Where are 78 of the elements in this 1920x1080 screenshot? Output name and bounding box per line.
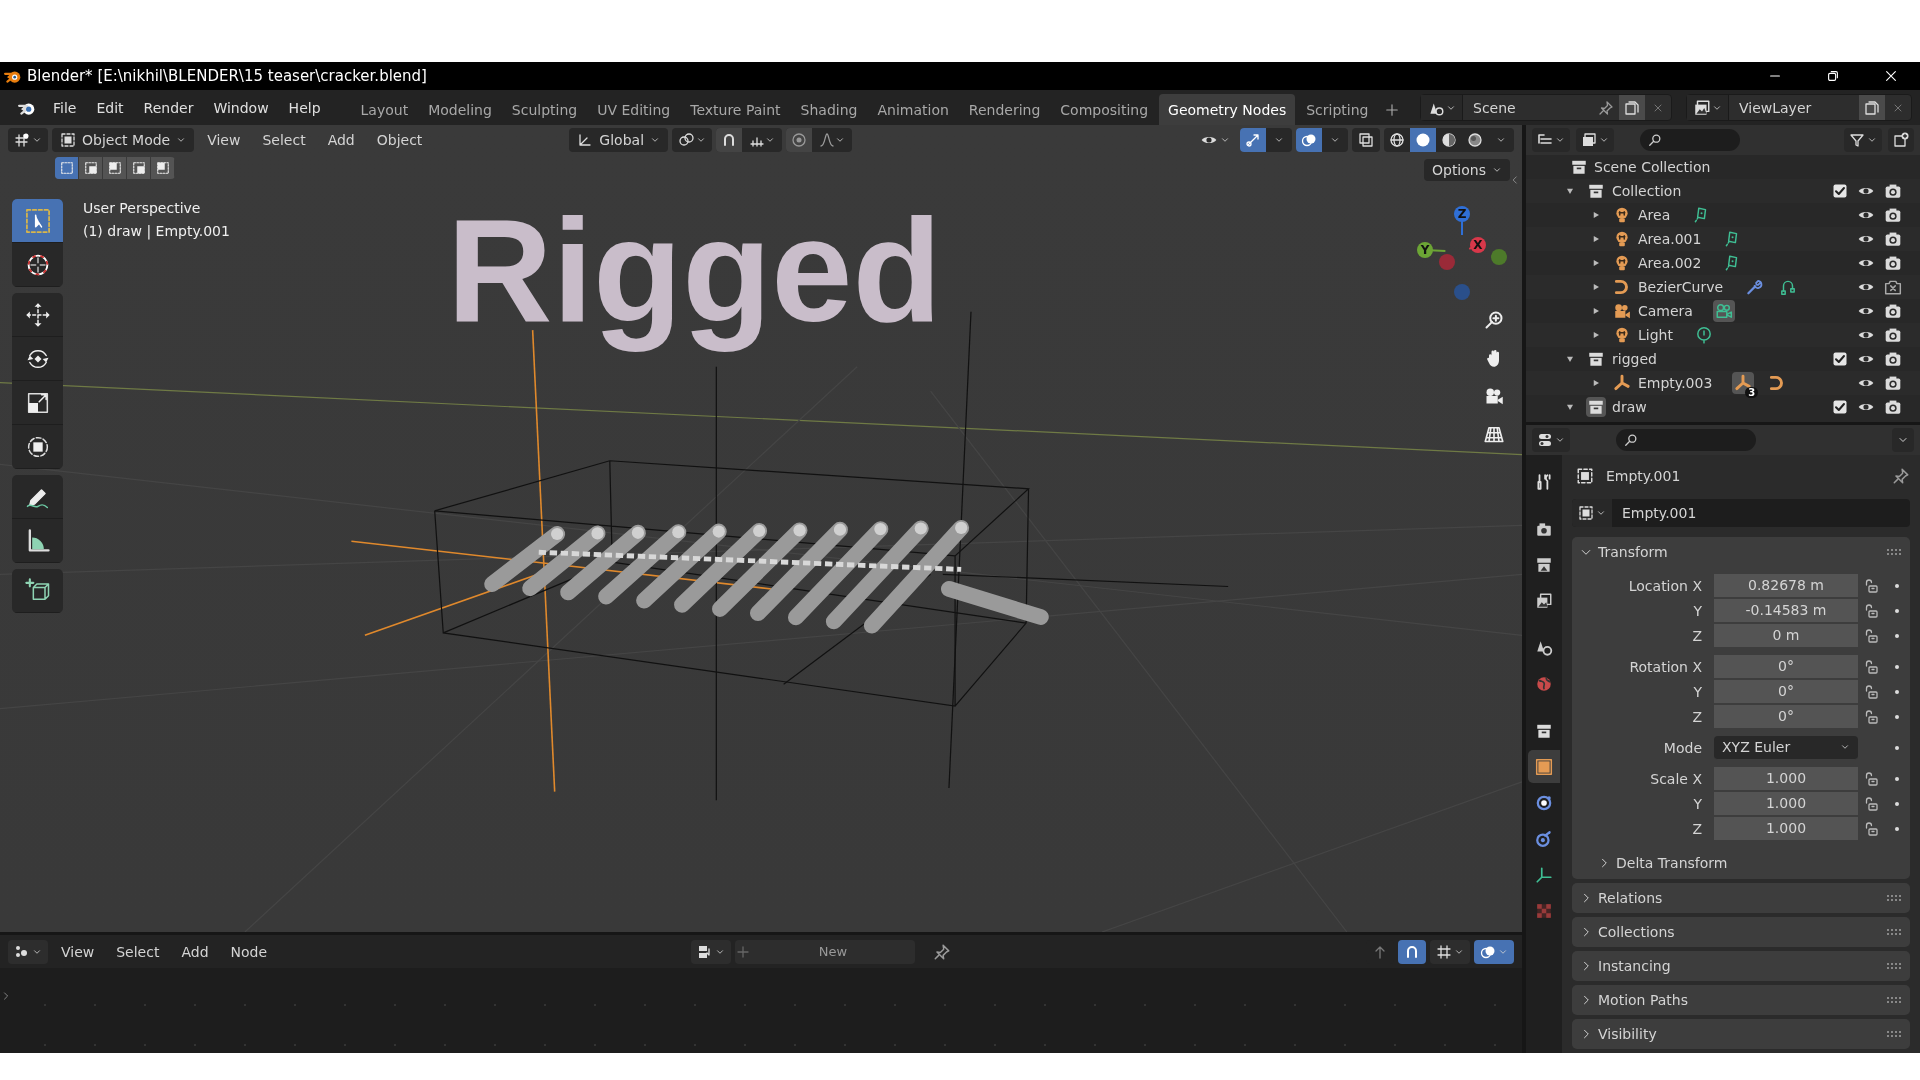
field-label: Z — [1691, 708, 1703, 725]
mode-dropdown[interactable]: XYZ Euler — [1714, 735, 1858, 760]
panel-header[interactable]: Relations — [1572, 883, 1910, 913]
field-label: Z — [1691, 627, 1703, 644]
field-label: Y — [1692, 683, 1703, 700]
viewport-info-text: (1) draw | Empty.001 — [83, 222, 230, 242]
outliner-item[interactable]: Area.001 — [1638, 231, 1702, 247]
outliner-item[interactable]: Scene Collection — [1594, 159, 1711, 175]
context-name: Empty.001 — [1606, 468, 1681, 484]
menu-item[interactable]: Node — [221, 939, 277, 964]
child-count: 3 — [1745, 387, 1759, 398]
view-layer-selector-name: ViewLayer — [1738, 99, 1813, 116]
view-layer-selector[interactable]: ViewLayer — [1686, 94, 1912, 121]
workspace-tab[interactable]: Compositing — [1051, 94, 1158, 125]
field-label: Location X — [1627, 577, 1703, 594]
number-field[interactable]: -0.14583 m — [1714, 598, 1858, 623]
scene-selector[interactable]: Scene — [1420, 94, 1672, 121]
menu-item[interactable]: File — [44, 95, 86, 120]
number-field[interactable]: 1.000 — [1714, 766, 1858, 791]
menu-item[interactable]: Add — [172, 939, 218, 964]
panel-header[interactable]: Collections — [1572, 917, 1910, 947]
outliner-item[interactable]: Area — [1638, 207, 1671, 223]
axis-handle[interactable]: X — [1468, 237, 1486, 253]
menu-item[interactable]: Select — [253, 128, 315, 152]
workspace-tab[interactable]: Layout — [351, 94, 418, 125]
field-label: Y — [1692, 602, 1703, 619]
outliner-item[interactable]: Collection — [1612, 183, 1682, 199]
number-field[interactable]: 0° — [1714, 704, 1858, 729]
field-label: Rotation X — [1628, 658, 1703, 675]
mode-dropdown[interactable]: Object Mode — [52, 128, 195, 152]
outliner-item[interactable]: Light — [1638, 327, 1673, 343]
field-label: Mode — [1662, 739, 1703, 756]
menu-item[interactable]: Object — [367, 128, 432, 152]
outliner-item[interactable]: draw — [1612, 399, 1647, 415]
menu-item[interactable]: Help — [279, 95, 330, 120]
workspace-tab[interactable]: Sculpting — [502, 94, 587, 125]
outliner-item[interactable]: Area.002 — [1638, 255, 1702, 271]
menu-item[interactable]: Select — [107, 939, 169, 964]
menu-item[interactable]: Add — [318, 128, 364, 152]
outliner-item[interactable]: rigged — [1612, 351, 1657, 367]
window-title: Blender* [E:\nikhil\BLENDER\15 teaser\cracker.blend] — [27, 67, 428, 85]
panel-header[interactable]: Delta Transform — [1572, 847, 1910, 879]
object-name-field[interactable]: Empty.001 — [1572, 499, 1910, 527]
number-field[interactable]: 0° — [1714, 679, 1858, 704]
scene-selector-name: Scene — [1472, 99, 1517, 116]
new-node-tree-button[interactable]: New — [735, 939, 916, 964]
outliner-item[interactable]: Camera — [1638, 303, 1693, 319]
panel-header[interactable]: Instancing — [1572, 951, 1910, 981]
panel-header[interactable]: Visibility — [1572, 1019, 1910, 1049]
workspace-tab[interactable]: Shading — [791, 94, 867, 125]
panel-header[interactable]: Transform — [1572, 537, 1910, 567]
number-field[interactable]: 1.000 — [1714, 816, 1858, 841]
field-label: Y — [1692, 795, 1703, 812]
workspace-tab[interactable]: Geometry Nodes — [1159, 94, 1296, 125]
number-field[interactable]: 1.000 — [1714, 791, 1858, 816]
workspace-tab[interactable]: Texture Paint — [681, 94, 790, 125]
workspace-tab[interactable]: Modeling — [419, 94, 501, 125]
field-label: Z — [1691, 820, 1703, 837]
workspace-tab[interactable]: UV Editing — [588, 94, 680, 125]
options-dropdown[interactable]: Options — [1423, 159, 1510, 181]
menu-item[interactable]: View — [52, 939, 104, 964]
menu-item[interactable]: Edit — [87, 95, 133, 120]
outliner-item[interactable]: Empty.003 — [1638, 375, 1713, 391]
number-field[interactable]: 0° — [1714, 654, 1858, 679]
workspace-tab[interactable]: Animation — [868, 94, 958, 125]
3d-text-object: Rigged — [447, 188, 942, 354]
outliner-item[interactable]: BezierCurve — [1638, 279, 1724, 295]
workspace-tab[interactable]: Rendering — [959, 94, 1050, 125]
workspace-tab[interactable]: Scripting — [1297, 94, 1378, 125]
menu-item[interactable]: Render — [134, 95, 203, 120]
menu-item[interactable]: Window — [204, 95, 278, 120]
number-field[interactable]: 0 m — [1714, 623, 1858, 648]
panel-header[interactable]: Motion Paths — [1572, 985, 1910, 1015]
number-field[interactable]: 0.82678 m — [1714, 573, 1858, 598]
viewport-info-text: User Perspective — [83, 199, 202, 218]
orientation-dropdown[interactable]: Global — [569, 128, 669, 152]
field-label: Scale X — [1649, 770, 1703, 787]
menu-item[interactable]: View — [198, 128, 250, 152]
